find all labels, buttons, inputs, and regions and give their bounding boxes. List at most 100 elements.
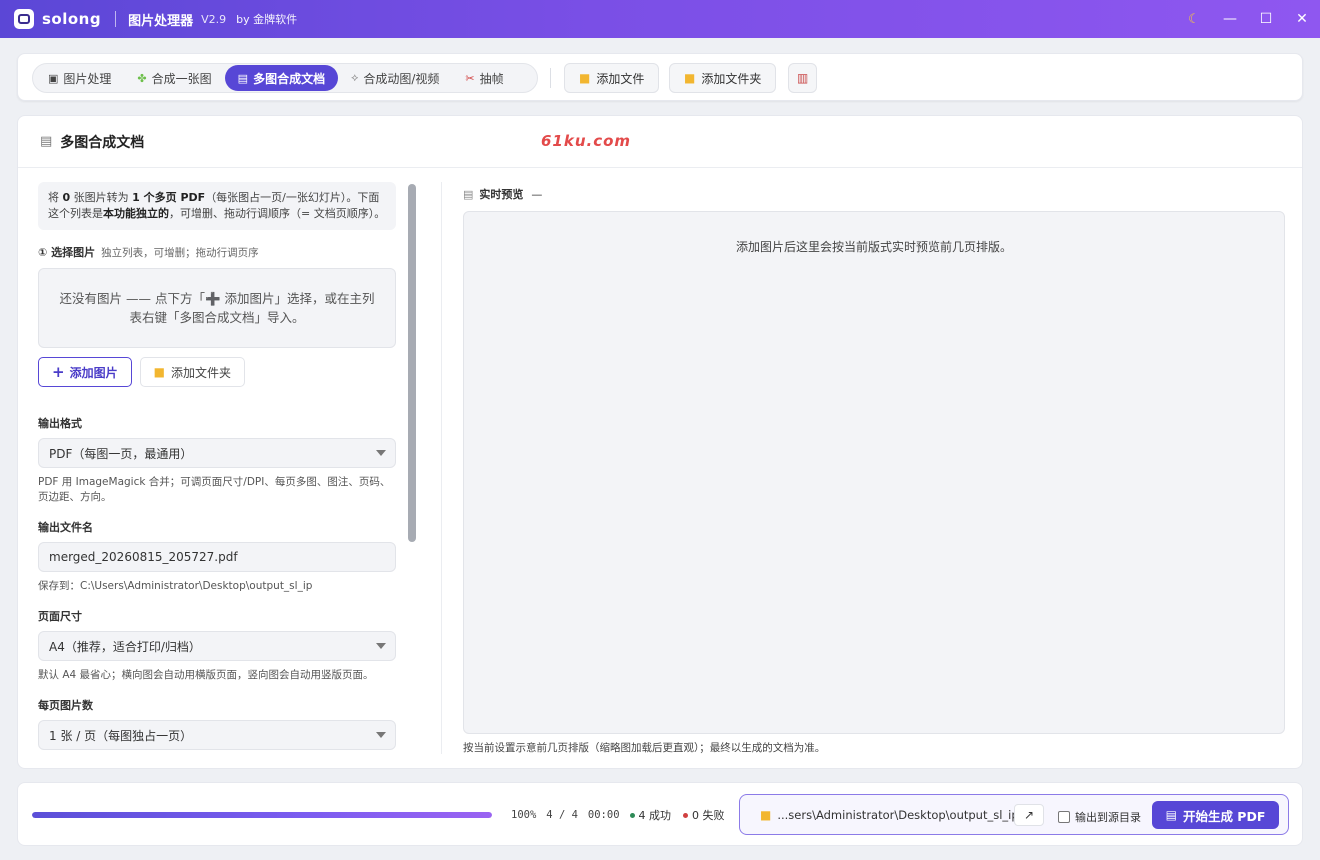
toolbar: ▣ 图片处理 ✤ 合成一张图 ▤ 多图合成文档 ⟡ 合成动图/视频 ✂ 抽帧 ■… [17,53,1303,101]
section-title: ① 选择图片 [38,246,96,259]
folder-icon: ■ [760,808,772,822]
document-icon: ▤ [40,134,53,149]
preview-column: ▤ 实时预览 — 添加图片后这里会按当前版式实时预览前几页排版。 按当前设置示意… [463,182,1285,756]
checkbox-label: 输出到源目录 [1075,811,1141,824]
tab-animation-video[interactable]: ⟡ 合成动图/视频 [338,65,452,91]
trash-icon: ▥ [797,71,809,85]
input-value: merged_20260815_205727.pdf [49,550,238,564]
info-target: 1 个多页 PDF [132,191,206,204]
link-icon: ⟡ [351,71,359,84]
watermark: 61ku.com [541,132,632,150]
tab-extract-frames[interactable]: ✂ 抽帧 [452,65,516,91]
status-bar: 100% 4 / 4 00:00 4 成功 0 失败 ■ ...sers\Adm… [17,782,1303,846]
output-format-select[interactable]: PDF（每图一页，最通用） [38,438,396,468]
success-dot-icon [629,812,635,818]
section-subtitle: 独立列表，可增删；拖动行调页序 [101,247,259,259]
select-images-label: ① 选择图片 独立列表，可增删；拖动行调页序 [38,244,396,260]
output-to-source-checkbox[interactable]: 输出到源目录 [1058,809,1141,825]
moon-icon: ☾ [1188,11,1200,27]
elapsed-time: 00:00 [587,809,620,821]
select-value: 1 张 / 页（每图独占一页） [49,728,193,743]
tab-label: 图片处理 [63,71,112,86]
per-page-label: 每页图片数 [38,699,93,712]
main-panel: ▤ 多图合成文档 61ku.com 将 0 张图片转为 1 个多页 PDF（每张… [17,115,1303,769]
app-title: 图片处理器 [128,13,194,29]
preview-header: ▤ 实时预览 — [463,186,1285,202]
chevron-down-icon [376,643,386,649]
add-images-button[interactable]: + 添加图片 [38,357,132,387]
document-icon: ▤ [1165,808,1177,822]
app-vendor: by 金牌软件 [236,13,298,26]
preview-status: — [531,187,543,201]
preview-title: 实时预览 [479,188,524,201]
app-version: V2.9 [201,12,227,26]
chevron-down-icon [376,450,386,456]
per-page-select[interactable]: 1 张 / 页（每图独占一页） [38,720,396,750]
progress-fill [32,812,492,818]
settings-column: 将 0 张图片转为 1 个多页 PDF（每张图占一页/一张幻灯片）。下面这个列表… [38,182,396,756]
tab-multi-doc[interactable]: ▤ 多图合成文档 [224,65,339,91]
tab-merge-one[interactable]: ✤ 合成一张图 [124,65,224,91]
tab-label: 多图合成文档 [253,71,326,86]
success-count: 4 成功 [638,809,672,822]
title-bar: solong 图片处理器 V2.9 by 金牌软件 ☾ — ☐ ✕ [0,0,1320,38]
tab-label: 合成动图/视频 [363,71,440,86]
image-list-empty: 还没有图片 —— 点下方「➕ 添加图片」选择，或在主列表右键「多图合成文档」导入… [38,268,396,348]
close-button[interactable]: ✕ [1284,0,1320,38]
chevron-down-icon [376,732,386,738]
image-icon: ▣ [48,71,59,85]
mode-tabs: ▣ 图片处理 ✤ 合成一张图 ▤ 多图合成文档 ⟡ 合成动图/视频 ✂ 抽帧 [32,63,538,93]
start-generate-button[interactable]: ▤ 开始生成 PDF [1152,801,1279,829]
theme-toggle-button[interactable]: ☾ [1176,0,1212,38]
close-icon: ✕ [1296,11,1308,27]
toolbar-separator [550,68,551,88]
save-location-hint: 保存到：C:\Users\Administrator\Desktop\outpu… [38,580,313,592]
output-format-hint: PDF 用 ImageMagick 合并；可调页面尺寸/DPI、每页多图、图注、… [38,476,391,503]
page-size-hint: 默认 A4 最省心；横向图会自动用横版页面，竖向图会自动用竖版页面。 [38,669,374,681]
add-folder-label: 添加文件夹 [170,365,231,380]
add-folder-button[interactable]: ■ 添加文件夹 [669,63,777,93]
add-file-button[interactable]: ■ 添加文件 [564,63,660,93]
open-folder-button[interactable]: ↗ [1014,804,1044,826]
output-path[interactable]: ■ ...sers\Administrator\Desktop\output_s… [760,808,1019,822]
minimize-button[interactable]: — [1212,0,1248,38]
folder-icon: ■ [153,365,165,379]
select-value: A4（推荐，适合打印/归档） [49,639,201,654]
plus-icon: + [52,363,65,381]
minimize-icon: — [1223,11,1237,27]
output-filename-input[interactable]: merged_20260815_205727.pdf [38,542,396,572]
add-folder-label: 添加文件夹 [701,71,762,86]
preview-placeholder: 添加图片后这里会按当前版式实时预览前几页排版。 [735,240,1012,254]
progress-count: 4 / 4 [546,809,578,821]
progress-bar [32,812,492,818]
page-size-label: 页面尺寸 [38,610,82,623]
tab-image-process[interactable]: ▣ 图片处理 [35,65,124,91]
select-value: PDF（每图一页，最通用） [49,446,193,461]
puzzle-icon: ✤ [137,71,147,85]
preview-note: 按当前设置示意前几页排版（缩略图加载后更直观）；最终以生成的文档为准。 [463,742,826,754]
column-divider [441,182,442,754]
folder-icon: ■ [684,71,696,85]
info-box: 将 0 张图片转为 1 个多页 PDF（每张图占一页/一张幻灯片）。下面这个列表… [38,182,396,230]
maximize-button[interactable]: ☐ [1248,0,1284,38]
output-path-text: ...sers\Administrator\Desktop\output_sl_… [777,808,1019,822]
progress-stats: 100% 4 / 4 00:00 4 成功 0 失败 [511,807,725,823]
clear-list-button[interactable]: ▥ [788,63,818,93]
brand-name: solong [42,10,102,28]
progress-percent: 100% [511,809,537,821]
tab-label: 合成一张图 [151,71,212,86]
info-text: ，可增删、拖动行调顺序（= 文档页顺序）。 [169,207,386,220]
document-icon: ▤ [237,71,249,85]
info-emphasis: 本功能独立的 [103,207,169,220]
fail-dot-icon [683,812,689,818]
add-image-folder-button[interactable]: ■ 添加文件夹 [139,357,245,387]
page-size-select[interactable]: A4（推荐，适合打印/归档） [38,631,396,661]
start-label: 开始生成 PDF [1182,808,1266,824]
preview-area: 添加图片后这里会按当前版式实时预览前几页排版。 [463,211,1285,734]
settings-scrollbar[interactable] [408,184,416,542]
output-format-label: 输出格式 [38,417,82,430]
folder-icon: ■ [579,71,591,85]
page-title: 多图合成文档 [60,134,145,151]
image-buttons: + 添加图片 ■ 添加文件夹 [38,357,396,387]
output-panel: ■ ...sers\Administrator\Desktop\output_s… [739,794,1289,835]
